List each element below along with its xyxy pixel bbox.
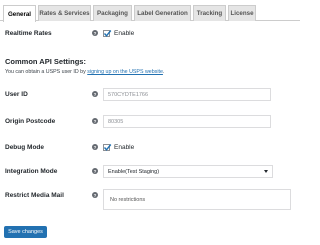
tab-license[interactable]: License (228, 5, 256, 21)
user-id-label: User ID (5, 91, 28, 98)
debug-mode-enable-label: Enable (114, 144, 135, 151)
section-title-common-api: Common API Settings: (5, 57, 86, 66)
help-icon[interactable]: ? (92, 144, 98, 150)
realtime-rates-enable-label: Enable (114, 30, 135, 37)
help-icon[interactable]: ? (92, 192, 98, 198)
restrict-media-mail-select[interactable]: No restrictions (103, 189, 291, 210)
origin-postcode-label: Origin Postcode (5, 118, 56, 125)
help-icon[interactable]: ? (92, 91, 98, 97)
tab-tracking[interactable]: Tracking (193, 5, 226, 21)
realtime-rates-label: Realtime Rates (5, 30, 52, 37)
restrict-media-mail-placeholder: No restrictions (110, 196, 146, 203)
debug-mode-checkbox[interactable] (103, 144, 112, 151)
tab-packaging[interactable]: Packaging (93, 5, 132, 21)
origin-postcode-input[interactable] (103, 115, 271, 128)
realtime-rates-checkbox[interactable] (103, 30, 112, 37)
chevron-down-icon (264, 170, 268, 173)
checkmark-icon (103, 144, 112, 151)
tab-label-generation[interactable]: Label Generation (134, 5, 191, 21)
usps-signup-link[interactable]: signing up on the USPS website (87, 69, 163, 75)
save-changes-button[interactable]: Save changes (4, 226, 47, 238)
tab-general[interactable]: General (3, 5, 36, 22)
integration-mode-label: Integration Mode (5, 168, 58, 175)
user-id-input[interactable] (103, 88, 271, 101)
integration-mode-select[interactable]: Enable(Test Staging) (103, 165, 273, 178)
debug-mode-label: Debug Mode (5, 144, 44, 151)
tab-bar: General Rates & Services Packaging Label… (0, 0, 300, 22)
restrict-media-mail-label: Restrict Media Mail (5, 192, 64, 199)
usps-info-text: You can obtain a USPS user ID by signing… (5, 69, 165, 75)
integration-mode-selected-value: Enable(Test Staging) (108, 168, 160, 175)
checkmark-icon (103, 30, 112, 37)
help-icon[interactable]: ? (92, 118, 98, 124)
help-icon[interactable]: ? (92, 168, 98, 174)
tab-rates-services[interactable]: Rates & Services (38, 5, 91, 21)
help-icon[interactable]: ? (92, 30, 98, 36)
